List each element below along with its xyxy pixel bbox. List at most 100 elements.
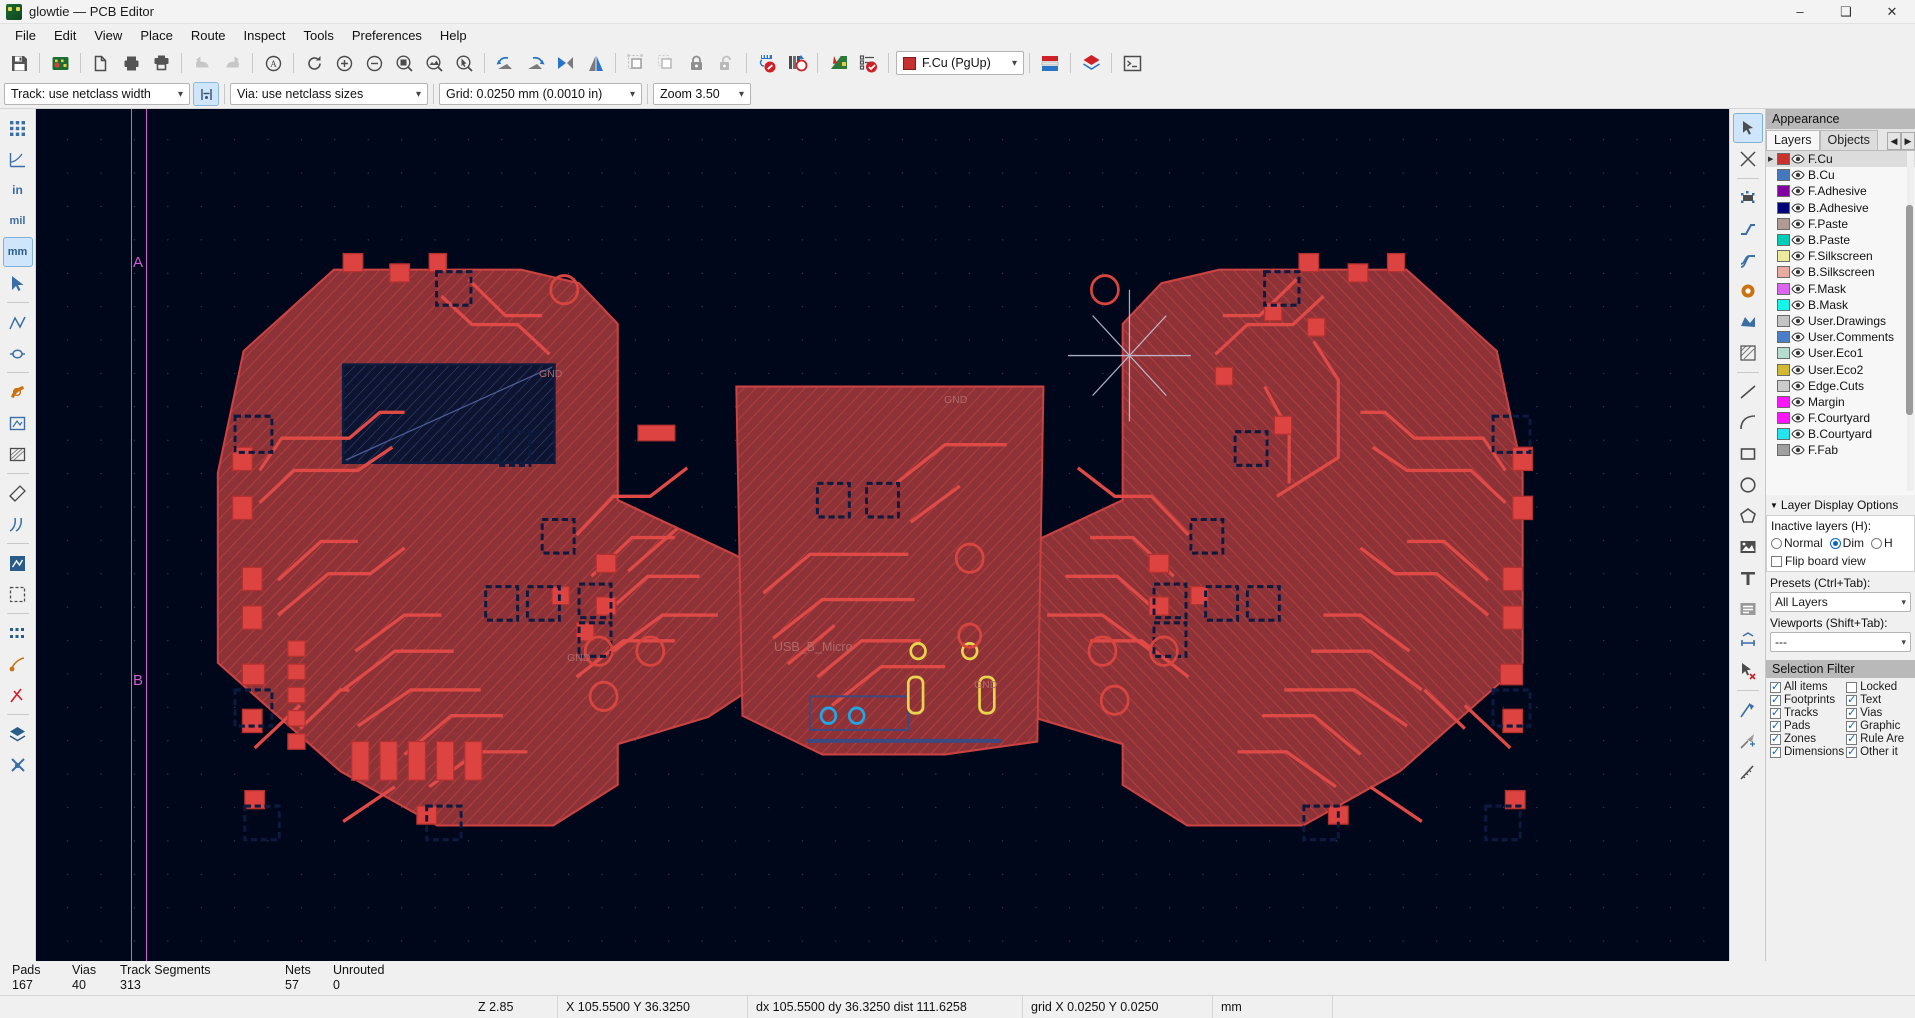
print-button[interactable] (116, 49, 146, 77)
selection-filter-item[interactable]: Zones (1770, 733, 1844, 745)
zone-sketch-tool[interactable] (3, 439, 33, 469)
draw-arc-tool[interactable] (1733, 408, 1763, 438)
layer-row[interactable]: F.Courtyard (1766, 410, 1915, 426)
rotate-ccw-button[interactable] (490, 49, 520, 77)
selection-filter-checkbox[interactable] (1770, 734, 1781, 745)
board-setup-button[interactable] (45, 49, 75, 77)
highlight-net-tool[interactable] (3, 680, 33, 710)
layer-stack-button[interactable] (1035, 49, 1065, 77)
pcb-canvas[interactable]: A B (36, 109, 1729, 961)
unlock-button[interactable] (711, 49, 741, 77)
eye-icon[interactable] (1790, 412, 1806, 425)
menu-preferences[interactable]: Preferences (343, 26, 431, 45)
page-settings-button[interactable] (86, 49, 116, 77)
zoom-in-button[interactable] (329, 49, 359, 77)
track-width-selector[interactable]: Track: use netclass width ▾ (4, 83, 190, 105)
layer-row[interactable]: B.Silkscreen (1766, 264, 1915, 280)
layer-row[interactable]: Margin (1766, 394, 1915, 410)
layer-row[interactable]: F.Paste (1766, 216, 1915, 232)
layer-row[interactable]: B.Mask (1766, 297, 1915, 313)
zoom-fit-objects-button[interactable] (419, 49, 449, 77)
contrast-mode-tool[interactable] (3, 579, 33, 609)
track-sketch-tool[interactable] (3, 548, 33, 578)
measure-annotate-tool[interactable] (3, 649, 33, 679)
viewports-selector[interactable]: --- ▾ (1770, 632, 1911, 652)
draw-line-tool[interactable] (1733, 377, 1763, 407)
selection-filter-item[interactable]: Dimensions (1770, 746, 1844, 758)
zoom-selector[interactable]: Zoom 3.50 ▾ (653, 83, 751, 105)
add-textbox-tool[interactable] (1733, 594, 1763, 624)
layer-row[interactable]: User.Drawings (1766, 313, 1915, 329)
layer-display-options-header[interactable]: ▼ Layer Display Options (1766, 495, 1915, 515)
radio-hide[interactable] (1871, 538, 1882, 549)
add-text-tool[interactable] (1733, 563, 1763, 593)
eye-icon[interactable] (1790, 250, 1806, 263)
layer-color-swatch[interactable] (1777, 380, 1790, 392)
mirror-horizontal-button[interactable] (550, 49, 580, 77)
layer-row[interactable]: ▶F.Cu (1766, 151, 1915, 167)
layer-color-swatch[interactable] (1777, 250, 1790, 262)
eye-icon[interactable] (1790, 234, 1806, 247)
eye-icon[interactable] (1790, 298, 1806, 311)
zoom-area-button[interactable] (449, 49, 479, 77)
selection-filter-checkbox[interactable] (1770, 721, 1781, 732)
maximize-button[interactable]: ❑ (1823, 0, 1869, 24)
place-footprint-tool[interactable] (1733, 183, 1763, 213)
layer-color-swatch[interactable] (1777, 185, 1790, 197)
layer-color-swatch[interactable] (1777, 412, 1790, 424)
selection-filter-checkbox[interactable] (1770, 695, 1781, 706)
layer-color-swatch[interactable] (1777, 283, 1790, 295)
selection-filter-item[interactable]: All items (1770, 681, 1844, 693)
layer-row[interactable]: User.Comments (1766, 329, 1915, 345)
three-d-viewer-button[interactable] (823, 49, 853, 77)
selection-filter-checkbox[interactable] (1846, 721, 1857, 732)
undo-button[interactable] (187, 49, 217, 77)
selection-filter-checkbox[interactable] (1770, 747, 1781, 758)
zoom-fit-page-button[interactable] (389, 49, 419, 77)
via-sketch-tool[interactable] (3, 509, 33, 539)
rotate-cw-button[interactable] (520, 49, 550, 77)
eye-icon[interactable] (1790, 379, 1806, 392)
selection-filter-checkbox[interactable] (1770, 682, 1781, 693)
layer-row[interactable]: F.Fab (1766, 442, 1915, 458)
ratsnest-curved-tool[interactable] (3, 338, 33, 368)
plot-button[interactable] (146, 49, 176, 77)
layer-expand-icon[interactable]: ▶ (1768, 155, 1777, 163)
presets-selector[interactable]: All Layers ▾ (1770, 592, 1911, 612)
place-via-tool[interactable] (1733, 276, 1763, 306)
measure-distance-tool[interactable] (1733, 757, 1763, 787)
eye-icon[interactable] (1790, 395, 1806, 408)
grid-origin-tool[interactable] (1733, 726, 1763, 756)
layer-color-swatch[interactable] (1777, 202, 1790, 214)
close-button[interactable]: ✕ (1869, 0, 1915, 24)
selection-filter-item[interactable]: Other it (1846, 746, 1911, 758)
eye-icon[interactable] (1790, 185, 1806, 198)
menu-file[interactable]: File (6, 26, 45, 45)
select-tool[interactable] (1733, 113, 1763, 143)
eye-icon[interactable] (1790, 428, 1806, 441)
add-dimension-tool[interactable] (1733, 625, 1763, 655)
layer-row[interactable]: User.Eco1 (1766, 345, 1915, 361)
eye-icon[interactable] (1790, 266, 1806, 279)
route-diffpair-tool[interactable] (1733, 245, 1763, 275)
draw-sketch-tool[interactable] (3, 618, 33, 648)
refresh-button[interactable] (299, 49, 329, 77)
layer-color-swatch[interactable] (1777, 396, 1790, 408)
selection-filter-item[interactable]: Rule Are (1846, 733, 1911, 745)
menu-tools[interactable]: Tools (294, 26, 342, 45)
layer-list-scroll-thumb[interactable] (1906, 205, 1913, 415)
ungroup-button[interactable] (651, 49, 681, 77)
redo-button[interactable] (217, 49, 247, 77)
pad-sketch-tool[interactable] (3, 478, 33, 508)
layer-list[interactable]: ▶F.CuB.CuF.AdhesiveB.AdhesiveF.PasteB.Pa… (1766, 151, 1915, 495)
layer-color-swatch[interactable] (1777, 364, 1790, 376)
units-mm-tool[interactable]: mm (3, 237, 33, 267)
eye-icon[interactable] (1790, 347, 1806, 360)
add-zone-tool[interactable] (1733, 307, 1763, 337)
layer-row[interactable]: B.Adhesive (1766, 200, 1915, 216)
layer-row[interactable]: Edge.Cuts (1766, 378, 1915, 394)
layer-row[interactable]: F.Mask (1766, 281, 1915, 297)
via-size-selector[interactable]: Via: use netclass sizes ▾ (230, 83, 428, 105)
active-layer-selector[interactable]: F.Cu (PgUp) ▾ (896, 51, 1024, 75)
layer-row[interactable]: B.Paste (1766, 232, 1915, 248)
